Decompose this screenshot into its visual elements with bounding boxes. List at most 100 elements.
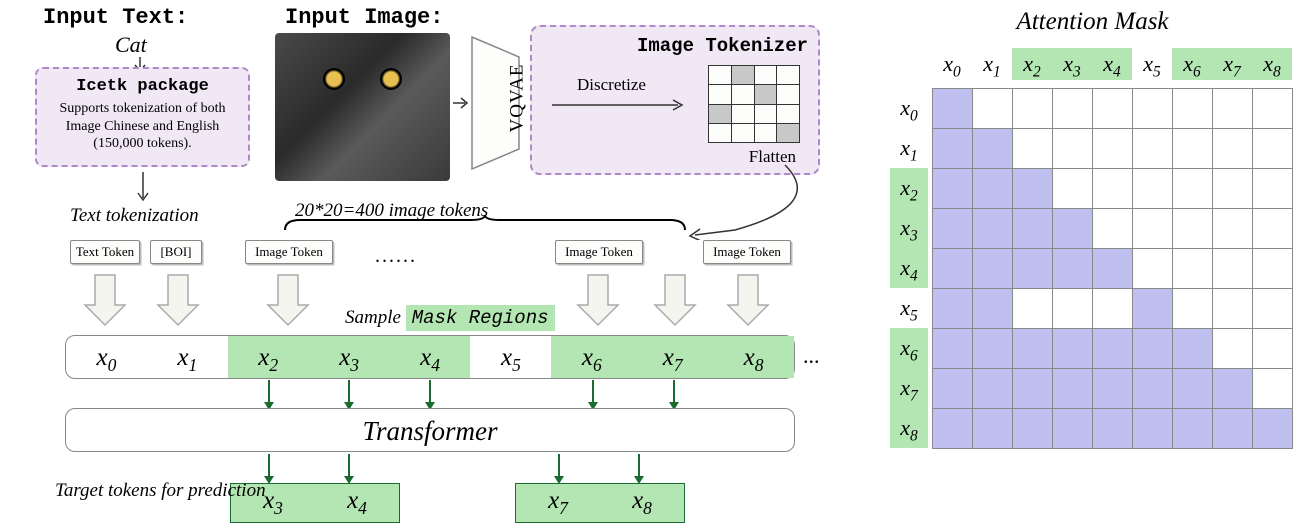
mask-cell [933,209,973,249]
transformer-box: Transformer [65,408,795,452]
mask-cell [973,329,1013,369]
mask-cell [1093,249,1133,289]
discretize-label: Discretize [577,75,646,95]
mask-cell [973,249,1013,289]
grid-cell [777,123,800,142]
brace-400-tokens [275,215,695,237]
token-x3: x3 [309,336,390,378]
mask-cell [1053,209,1093,249]
token-x7: x7 [632,336,713,378]
mask-cell [1053,89,1093,129]
token-x8: x8 [713,336,794,378]
mask-cell [973,369,1013,409]
mask-cell [1053,329,1093,369]
mask-cell [1093,329,1133,369]
mask-cell [1053,289,1093,329]
strip-dots: ... [803,343,820,369]
mask-cell [1053,369,1093,409]
row-label-x6: x6 [890,328,928,368]
mask-cell [933,409,973,449]
mask-cell [1173,289,1213,329]
tokenizer-title: Image Tokenizer [542,35,808,57]
boi-token-box: [BOI] [150,240,202,264]
row-label-x0: x0 [890,88,928,128]
thin-arrow-icon [429,380,431,405]
mask-cell [1213,249,1253,289]
thin-arrow-icon [673,380,675,405]
cat-image [275,33,450,181]
mask-cell [1253,129,1293,169]
down-arrow-icon [263,270,313,328]
mask-cell [1213,209,1253,249]
output-box-2: x7x8 [515,483,685,523]
mask-cell [1173,129,1213,169]
token-x0: x0 [66,336,147,378]
mask-cell [973,289,1013,329]
token-x2: x2 [228,336,309,378]
mask-cell [1133,209,1173,249]
image-token-box-2: Image Token [555,240,643,264]
mask-cell [1173,369,1213,409]
col-label-x0: x0 [932,48,972,80]
icetk-package-box: Icetk package Supports tokenization of b… [35,67,250,167]
mask-cell [1213,329,1253,369]
output-token: x8 [632,487,652,519]
row-label-x8: x8 [890,408,928,448]
grid-cell [754,85,777,104]
mask-cell [1093,289,1133,329]
mask-cell [973,409,1013,449]
mask-cell [973,129,1013,169]
col-label-x6: x6 [1172,48,1212,80]
mask-cell [933,369,973,409]
sample-text: Sample [345,307,401,328]
grid-cell [709,104,732,123]
mask-cell [1093,169,1133,209]
grid-cell [777,66,800,85]
mask-cell [1053,169,1093,209]
thin-arrow-icon [268,454,270,479]
col-label-x2: x2 [1012,48,1052,80]
mask-cell [1133,89,1173,129]
mask-cell [1213,129,1253,169]
grid-cell [731,66,754,85]
mask-cell [1013,249,1053,289]
mask-cell [1013,409,1053,449]
mask-cell [1213,89,1253,129]
text-tokenization-label: Text tokenization [70,205,199,227]
mask-cell [933,129,973,169]
mask-cell [1253,289,1293,329]
row-label-x3: x3 [890,208,928,248]
row-label-x1: x1 [890,128,928,168]
mask-cell [1133,169,1173,209]
mask-cell [1213,169,1253,209]
col-label-x1: x1 [972,48,1012,80]
grid-cell [709,66,732,85]
mask-cell [1013,289,1053,329]
text-token-box: Text Token [70,240,140,264]
thin-arrow-icon [638,454,640,479]
mask-cell [1093,129,1133,169]
col-label-x4: x4 [1092,48,1132,80]
col-label-x7: x7 [1212,48,1252,80]
attention-mask-grid: x0x1x2x3x4x5x6x7x8 x0x1x2x3x4x5x6x7x8 [890,48,1295,449]
mask-cell [933,89,973,129]
mask-cell [1133,289,1173,329]
token-grid [708,65,800,143]
icetk-description: Supports tokenization of both Image Chin… [47,100,238,153]
grid-cell [731,104,754,123]
mask-cell [1133,249,1173,289]
image-token-box-3: Image Token [703,240,791,264]
thin-arrow-icon [558,454,560,479]
mask-cell [1013,369,1053,409]
mask-cell [1253,169,1293,209]
attention-mask-title: Attention Mask [890,8,1295,36]
thin-arrow-icon [268,380,270,405]
col-label-x8: x8 [1252,48,1292,80]
grid-cell [709,123,732,142]
mask-cell [1013,329,1053,369]
mask-cell [1013,209,1053,249]
col-label-x3: x3 [1052,48,1092,80]
target-tokens-label: Target tokens for prediction [55,480,266,503]
token-x5: x5 [470,336,551,378]
mask-cell [1013,169,1053,209]
